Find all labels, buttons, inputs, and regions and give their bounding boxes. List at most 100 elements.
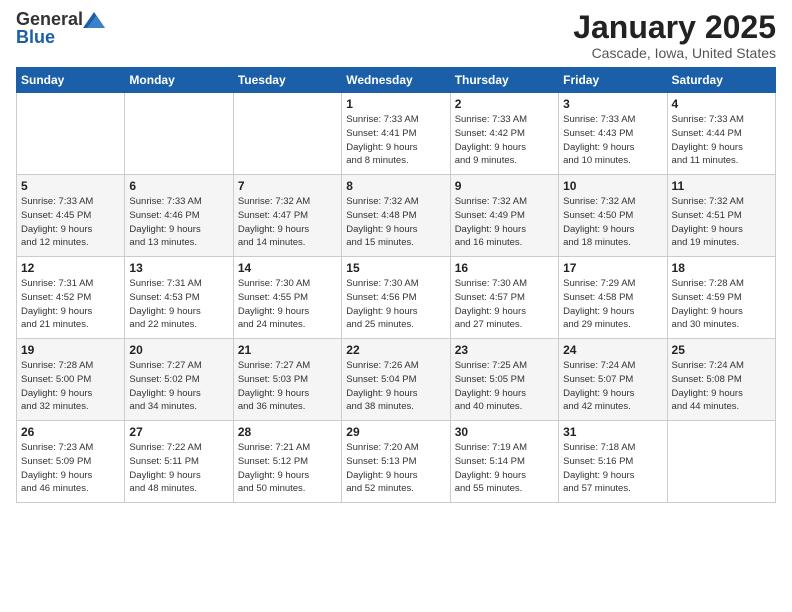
day-number: 20 xyxy=(129,343,228,357)
day-number: 12 xyxy=(21,261,120,275)
header-sunday: Sunday xyxy=(17,68,125,93)
day-number: 19 xyxy=(21,343,120,357)
day-info: Sunrise: 7:27 AM Sunset: 5:03 PM Dayligh… xyxy=(238,359,337,414)
day-info: Sunrise: 7:23 AM Sunset: 5:09 PM Dayligh… xyxy=(21,441,120,496)
day-number: 31 xyxy=(563,425,662,439)
day-info: Sunrise: 7:27 AM Sunset: 5:02 PM Dayligh… xyxy=(129,359,228,414)
day-number: 9 xyxy=(455,179,554,193)
day-number: 18 xyxy=(672,261,771,275)
day-number: 26 xyxy=(21,425,120,439)
day-info: Sunrise: 7:31 AM Sunset: 4:52 PM Dayligh… xyxy=(21,277,120,332)
day-number: 1 xyxy=(346,97,445,111)
week-row-2: 5 Sunrise: 7:33 AM Sunset: 4:45 PM Daylig… xyxy=(17,175,776,257)
calendar-cell: 26 Sunrise: 7:23 AM Sunset: 5:09 PM Dayli… xyxy=(17,421,125,503)
calendar-cell: 28Sunrise: 7:21 AM Sunset: 5:12 PM Dayli… xyxy=(233,421,341,503)
day-info: Sunrise: 7:30 AM Sunset: 4:57 PM Dayligh… xyxy=(455,277,554,332)
day-number: 27 xyxy=(129,425,228,439)
calendar-cell: 14 Sunrise: 7:30 AM Sunset: 4:55 PM Dayli… xyxy=(233,257,341,339)
logo-icon xyxy=(83,12,105,28)
day-info: Sunrise: 7:33 AM Sunset: 4:43 PM Dayligh… xyxy=(563,113,662,168)
calendar-cell: 15 Sunrise: 7:30 AM Sunset: 4:56 PM Dayli… xyxy=(342,257,450,339)
day-info: Sunrise: 7:32 AM Sunset: 4:51 PM Dayligh… xyxy=(672,195,771,250)
day-number: 7 xyxy=(238,179,337,193)
header-thursday: Thursday xyxy=(450,68,558,93)
calendar-cell: 22 Sunrise: 7:26 AM Sunset: 5:04 PM Dayli… xyxy=(342,339,450,421)
calendar-cell: 16 Sunrise: 7:30 AM Sunset: 4:57 PM Dayli… xyxy=(450,257,558,339)
day-number: 30 xyxy=(455,425,554,439)
day-info: Sunrise: 7:28 AM Sunset: 5:00 PM Dayligh… xyxy=(21,359,120,414)
day-number: 5 xyxy=(21,179,120,193)
day-info: Sunrise: 7:26 AM Sunset: 5:04 PM Dayligh… xyxy=(346,359,445,414)
calendar-cell: 6 Sunrise: 7:33 AM Sunset: 4:46 PM Daylig… xyxy=(125,175,233,257)
week-row-1: 1Sunrise: 7:33 AM Sunset: 4:41 PM Daylig… xyxy=(17,93,776,175)
calendar-cell: 5 Sunrise: 7:33 AM Sunset: 4:45 PM Daylig… xyxy=(17,175,125,257)
day-number: 8 xyxy=(346,179,445,193)
calendar-cell: 24Sunrise: 7:24 AM Sunset: 5:07 PM Dayli… xyxy=(559,339,667,421)
week-row-3: 12 Sunrise: 7:31 AM Sunset: 4:52 PM Dayli… xyxy=(17,257,776,339)
day-info: Sunrise: 7:32 AM Sunset: 4:49 PM Dayligh… xyxy=(455,195,554,250)
calendar-cell: 19 Sunrise: 7:28 AM Sunset: 5:00 PM Dayli… xyxy=(17,339,125,421)
day-number: 16 xyxy=(455,261,554,275)
day-number: 4 xyxy=(672,97,771,111)
day-number: 21 xyxy=(238,343,337,357)
day-info: Sunrise: 7:24 AM Sunset: 5:08 PM Dayligh… xyxy=(672,359,771,414)
calendar-cell: 4 Sunrise: 7:33 AM Sunset: 4:44 PM Daylig… xyxy=(667,93,775,175)
calendar-cell xyxy=(125,93,233,175)
day-number: 14 xyxy=(238,261,337,275)
header-monday: Monday xyxy=(125,68,233,93)
calendar-cell: 8 Sunrise: 7:32 AM Sunset: 4:48 PM Daylig… xyxy=(342,175,450,257)
day-info: Sunrise: 7:24 AM Sunset: 5:07 PM Dayligh… xyxy=(563,359,662,414)
day-info: Sunrise: 7:18 AM Sunset: 5:16 PM Dayligh… xyxy=(563,441,662,496)
day-info: Sunrise: 7:33 AM Sunset: 4:44 PM Dayligh… xyxy=(672,113,771,168)
day-info: Sunrise: 7:19 AM Sunset: 5:14 PM Dayligh… xyxy=(455,441,554,496)
day-info: Sunrise: 7:32 AM Sunset: 4:48 PM Dayligh… xyxy=(346,195,445,250)
title-block: January 2025 Cascade, Iowa, United State… xyxy=(573,10,776,61)
day-info: Sunrise: 7:30 AM Sunset: 4:55 PM Dayligh… xyxy=(238,277,337,332)
day-number: 6 xyxy=(129,179,228,193)
calendar: Sunday Monday Tuesday Wednesday Thursday… xyxy=(16,67,776,503)
calendar-cell: 1Sunrise: 7:33 AM Sunset: 4:41 PM Daylig… xyxy=(342,93,450,175)
calendar-cell: 29 Sunrise: 7:20 AM Sunset: 5:13 PM Dayli… xyxy=(342,421,450,503)
day-number: 15 xyxy=(346,261,445,275)
header-friday: Friday xyxy=(559,68,667,93)
day-number: 29 xyxy=(346,425,445,439)
day-number: 22 xyxy=(346,343,445,357)
day-number: 2 xyxy=(455,97,554,111)
day-header-row: Sunday Monday Tuesday Wednesday Thursday… xyxy=(17,68,776,93)
calendar-cell: 20 Sunrise: 7:27 AM Sunset: 5:02 PM Dayli… xyxy=(125,339,233,421)
page: General Blue January 2025 Cascade, Iowa,… xyxy=(0,0,792,612)
header-tuesday: Tuesday xyxy=(233,68,341,93)
day-info: Sunrise: 7:20 AM Sunset: 5:13 PM Dayligh… xyxy=(346,441,445,496)
calendar-cell: 9 Sunrise: 7:32 AM Sunset: 4:49 PM Daylig… xyxy=(450,175,558,257)
day-info: Sunrise: 7:33 AM Sunset: 4:46 PM Dayligh… xyxy=(129,195,228,250)
calendar-cell: 2 Sunrise: 7:33 AM Sunset: 4:42 PM Daylig… xyxy=(450,93,558,175)
calendar-cell: 3Sunrise: 7:33 AM Sunset: 4:43 PM Daylig… xyxy=(559,93,667,175)
calendar-cell: 25 Sunrise: 7:24 AM Sunset: 5:08 PM Dayli… xyxy=(667,339,775,421)
day-info: Sunrise: 7:25 AM Sunset: 5:05 PM Dayligh… xyxy=(455,359,554,414)
calendar-cell: 23 Sunrise: 7:25 AM Sunset: 5:05 PM Dayli… xyxy=(450,339,558,421)
calendar-cell: 17Sunrise: 7:29 AM Sunset: 4:58 PM Dayli… xyxy=(559,257,667,339)
day-number: 13 xyxy=(129,261,228,275)
calendar-cell xyxy=(17,93,125,175)
day-info: Sunrise: 7:30 AM Sunset: 4:56 PM Dayligh… xyxy=(346,277,445,332)
day-number: 23 xyxy=(455,343,554,357)
day-info: Sunrise: 7:22 AM Sunset: 5:11 PM Dayligh… xyxy=(129,441,228,496)
calendar-cell: 18 Sunrise: 7:28 AM Sunset: 4:59 PM Dayli… xyxy=(667,257,775,339)
header: General Blue January 2025 Cascade, Iowa,… xyxy=(16,10,776,61)
calendar-cell: 10 Sunrise: 7:32 AM Sunset: 4:50 PM Dayli… xyxy=(559,175,667,257)
calendar-cell: 13 Sunrise: 7:31 AM Sunset: 4:53 PM Dayli… xyxy=(125,257,233,339)
day-info: Sunrise: 7:21 AM Sunset: 5:12 PM Dayligh… xyxy=(238,441,337,496)
calendar-cell: 7Sunrise: 7:32 AM Sunset: 4:47 PM Daylig… xyxy=(233,175,341,257)
day-info: Sunrise: 7:33 AM Sunset: 4:45 PM Dayligh… xyxy=(21,195,120,250)
day-info: Sunrise: 7:31 AM Sunset: 4:53 PM Dayligh… xyxy=(129,277,228,332)
month-title: January 2025 xyxy=(573,10,776,45)
day-number: 25 xyxy=(672,343,771,357)
header-wednesday: Wednesday xyxy=(342,68,450,93)
location: Cascade, Iowa, United States xyxy=(573,45,776,61)
calendar-cell: 30 Sunrise: 7:19 AM Sunset: 5:14 PM Dayli… xyxy=(450,421,558,503)
day-info: Sunrise: 7:28 AM Sunset: 4:59 PM Dayligh… xyxy=(672,277,771,332)
day-info: Sunrise: 7:32 AM Sunset: 4:50 PM Dayligh… xyxy=(563,195,662,250)
day-number: 10 xyxy=(563,179,662,193)
day-info: Sunrise: 7:33 AM Sunset: 4:42 PM Dayligh… xyxy=(455,113,554,168)
week-row-4: 19 Sunrise: 7:28 AM Sunset: 5:00 PM Dayli… xyxy=(17,339,776,421)
